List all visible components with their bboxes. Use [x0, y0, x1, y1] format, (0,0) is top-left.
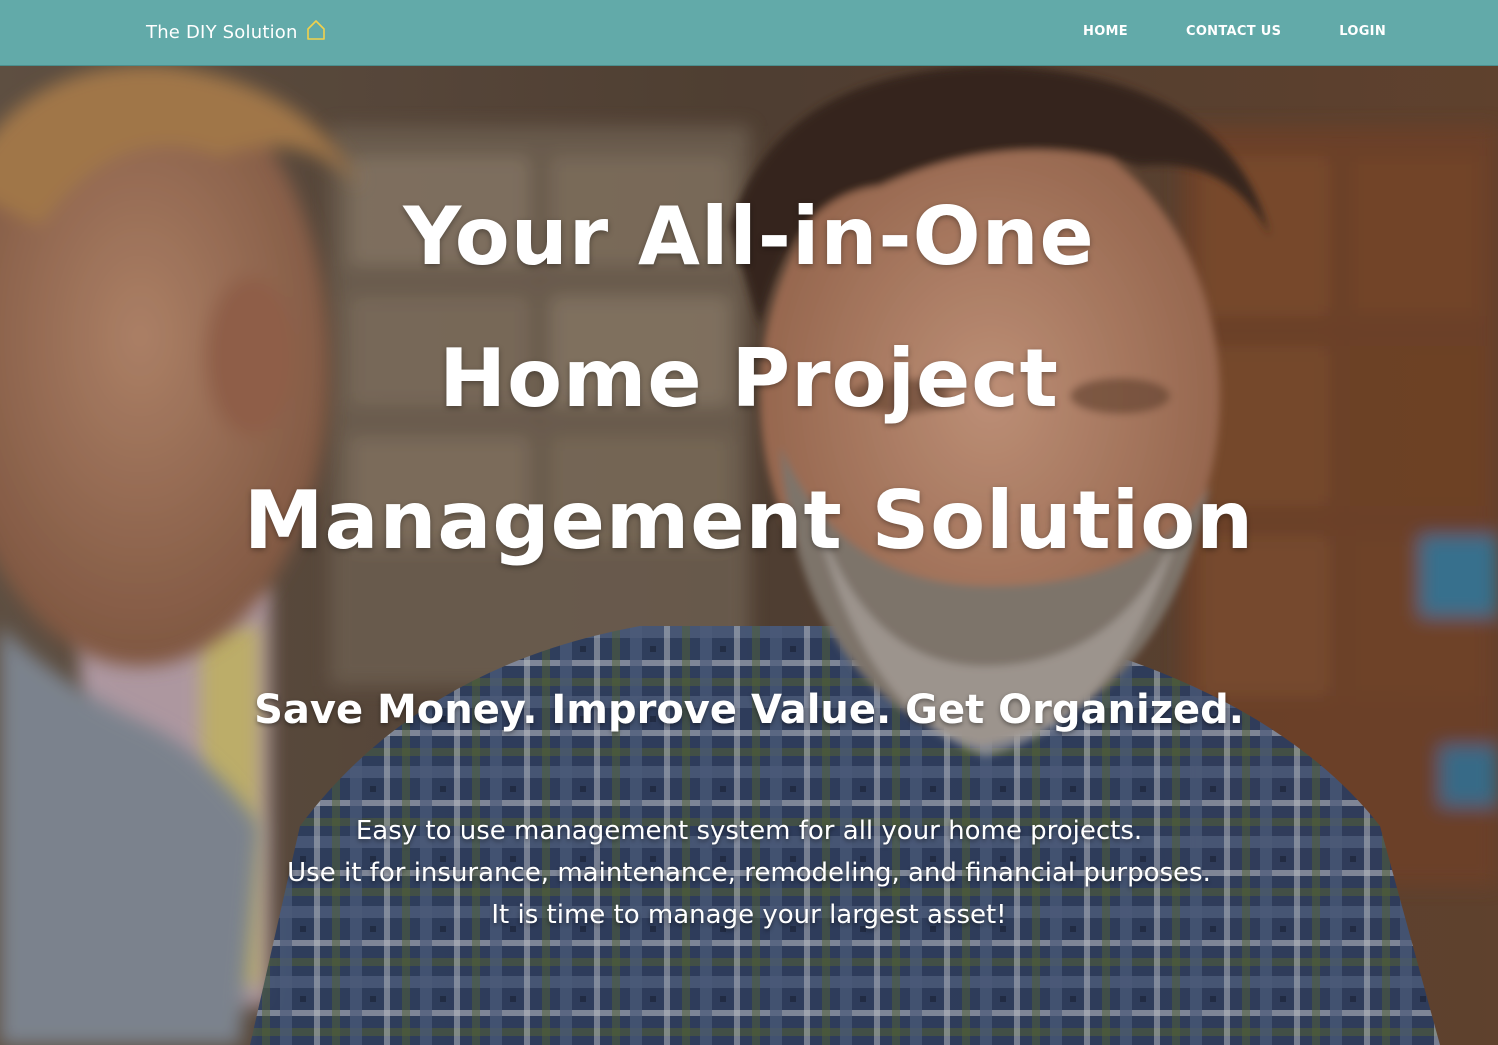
hero-section: Your All-in-One Home Project Management …: [0, 66, 1498, 1045]
hero-headline: Your All-in-One Home Project Management …: [0, 166, 1498, 592]
description-line-2: Use it for insurance, maintenance, remod…: [287, 858, 1211, 888]
headline-line-3: Management Solution: [243, 474, 1255, 567]
hero-tagline: Save Money. Improve Value. Get Organized…: [254, 687, 1244, 733]
top-navbar: The DIY Solution HOME CONTACT US LOGIN: [0, 0, 1498, 66]
description-line-1: Easy to use management system for all yo…: [355, 816, 1143, 846]
brand-name: The DIY Solution: [146, 22, 298, 43]
description-line-3: It is time to manage your largest asset!: [491, 900, 1007, 930]
hero-description: Easy to use management system for all yo…: [0, 810, 1498, 936]
nav-contact-link[interactable]: CONTACT US: [1186, 24, 1281, 39]
brand-link[interactable]: The DIY Solution: [146, 19, 326, 43]
home-icon: [306, 19, 325, 40]
landing-page: The DIY Solution HOME CONTACT US LOGIN Y…: [0, 0, 1498, 1045]
nav-login-link[interactable]: LOGIN: [1339, 24, 1386, 39]
headline-line-1: Your All-in-One: [403, 190, 1095, 283]
nav-links: HOME CONTACT US LOGIN: [1083, 24, 1386, 39]
headline-line-2: Home Project: [439, 332, 1059, 425]
nav-home-link[interactable]: HOME: [1083, 24, 1128, 39]
